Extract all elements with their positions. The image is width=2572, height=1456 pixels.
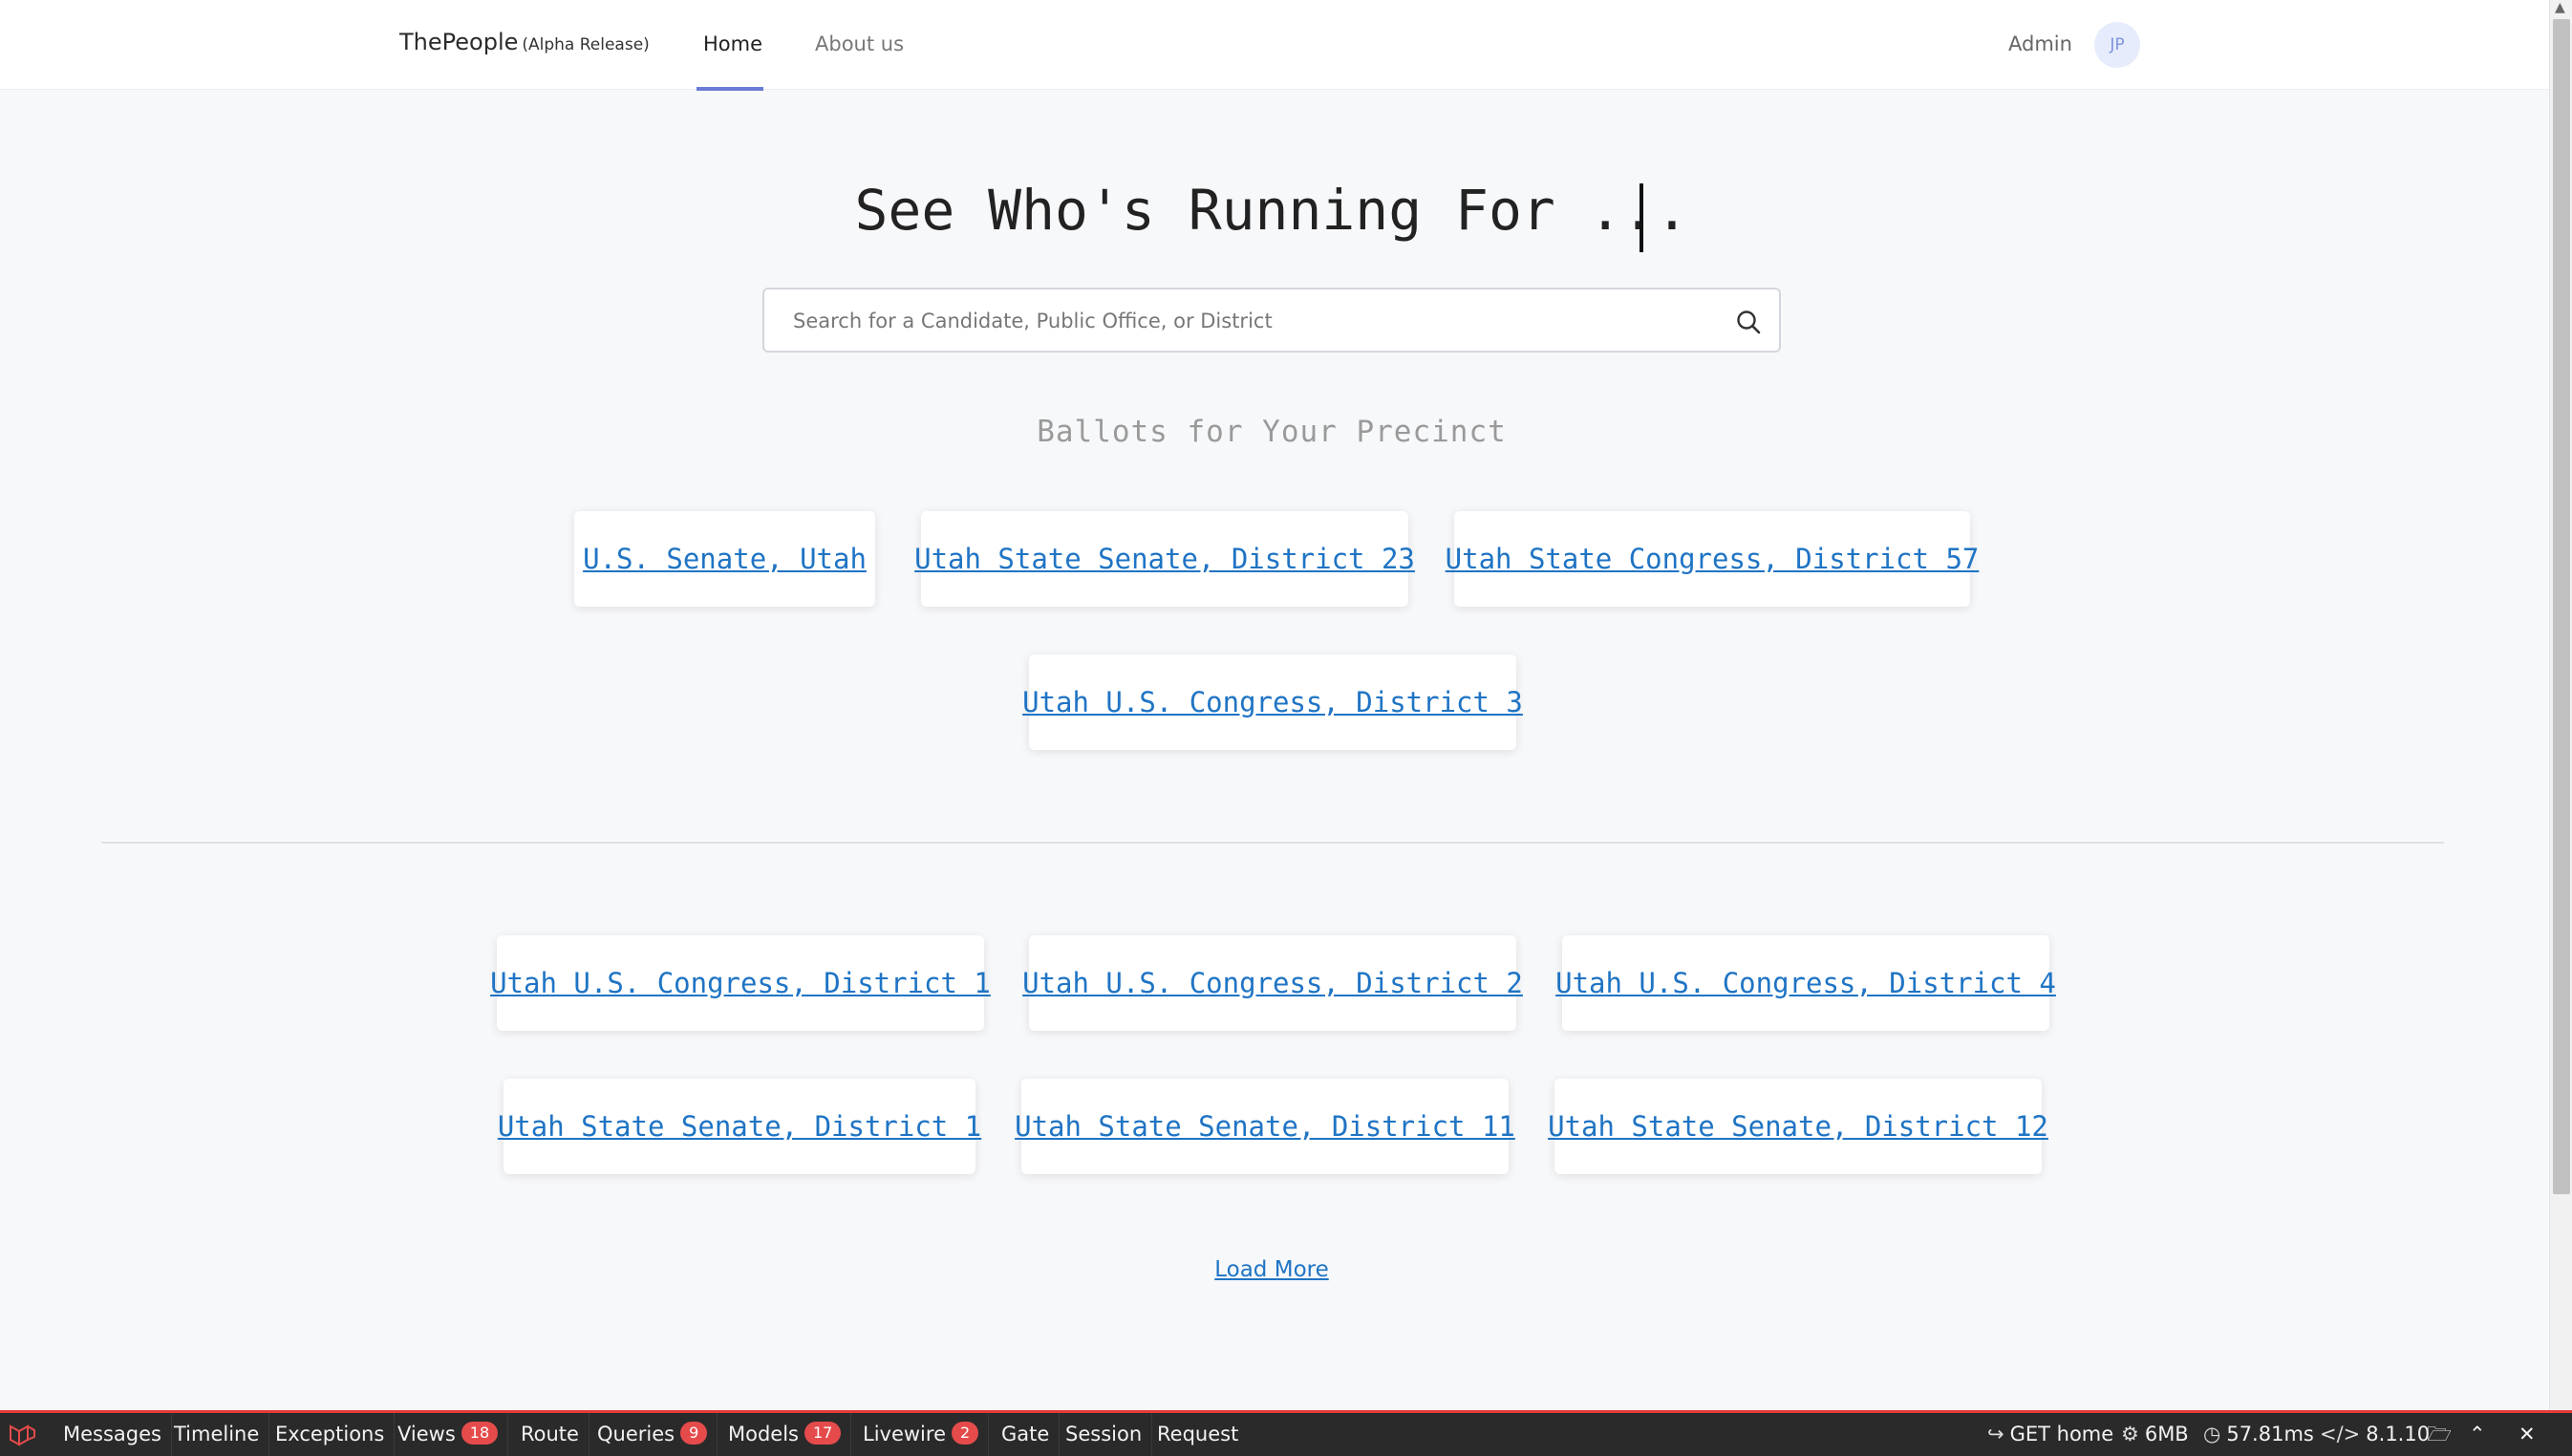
ballot-card: Utah U.S. Congress, District 1 [490, 935, 991, 1031]
ballot-card: Utah State Senate, District 11 [1015, 1079, 1515, 1174]
brand-subtitle: (Alpha Release) [522, 35, 650, 54]
debug-tab-label: Request [1157, 1423, 1239, 1445]
ballot-link[interactable]: Utah State Senate, District 11 [1015, 1110, 1515, 1143]
debug-tab-label: Timeline [174, 1423, 260, 1445]
top-navbar: ThePeople (Alpha Release) Home About us A… [0, 0, 2549, 91]
maximize-chevron-icon[interactable]: ⌃ [2469, 1413, 2486, 1456]
request-duration: 57.81ms [2226, 1423, 2314, 1445]
typing-caret [1640, 183, 1643, 252]
debug-tab-gate[interactable]: Gate [992, 1413, 1061, 1456]
close-icon[interactable]: ✕ [2518, 1413, 2536, 1456]
scroll-up-arrow-icon[interactable]: ▲ [2555, 0, 2565, 15]
debug-tab-label: Exceptions [275, 1423, 385, 1445]
debug-tab-request[interactable]: Request [1147, 1413, 1248, 1456]
scrollbar-thumb[interactable] [2553, 19, 2570, 1194]
ballot-link[interactable]: Utah U.S. Congress, District 2 [1022, 967, 1523, 999]
views-count-badge: 18 [461, 1422, 499, 1445]
debug-tab-label: Livewire [863, 1423, 946, 1445]
active-tab-indicator [697, 87, 763, 91]
ballot-card: Utah State Senate, District 23 [914, 511, 1415, 607]
ballot-card: Utah U.S. Congress, District 2 [1022, 935, 1523, 1031]
hero-title: See Who's Running For ... [854, 178, 1689, 243]
search-icon[interactable] [1735, 309, 1762, 335]
debug-tab-label: Session [1065, 1423, 1143, 1445]
debug-tab-session[interactable]: Session [1056, 1413, 1153, 1456]
php-version: 8.1.10 [2366, 1423, 2431, 1445]
livewire-count-badge: 2 [951, 1422, 979, 1445]
models-count-badge: 17 [804, 1422, 842, 1445]
debug-tab-label: Route [521, 1423, 579, 1445]
ballot-card: Utah State Senate, District 1 [498, 1079, 981, 1174]
ballot-link[interactable]: Utah State Senate, District 23 [914, 543, 1415, 575]
ballot-card: Utah State Senate, District 12 [1548, 1079, 2048, 1174]
tab-about-us[interactable]: About us [815, 32, 904, 55]
debug-time-info: ◷ 57.81ms [2203, 1413, 2314, 1456]
debug-tab-label: Queries [597, 1423, 675, 1445]
debug-tab-timeline[interactable]: Timeline [164, 1413, 270, 1456]
share-arrow-icon: ↪ [1987, 1423, 2004, 1445]
debug-php-info: </> 8.1.10 [2320, 1413, 2430, 1456]
debug-tab-exceptions[interactable]: Exceptions [266, 1413, 396, 1456]
load-more-container: Load More [0, 1257, 2543, 1282]
queries-count-badge: 9 [680, 1422, 708, 1445]
open-folder-icon[interactable]: 🗁 [2427, 1413, 2452, 1456]
cogs-icon: ⚙ [2121, 1423, 2139, 1445]
page-scrollbar[interactable]: ▲ ▼ [2549, 0, 2572, 1446]
memory-usage: 6MB [2144, 1423, 2189, 1445]
precinct-ballots-heading: Ballots for Your Precinct [1037, 415, 1507, 449]
debug-tab-label: Views [397, 1423, 456, 1445]
debug-tab-label: Models [728, 1423, 799, 1445]
code-icon: </> [2320, 1423, 2361, 1445]
debug-tab-label: Gate [1001, 1423, 1050, 1445]
debug-request-info: ↪ GET home [1987, 1413, 2113, 1456]
ballot-card: Utah State Congress, District 57 [1446, 511, 1979, 607]
debug-tab-livewire[interactable]: Livewire 2 [853, 1413, 990, 1456]
section-divider [101, 842, 2444, 844]
debug-toolbar: Messages Timeline Exceptions Views 18 Rou… [0, 1410, 2572, 1456]
debug-tab-route[interactable]: Route [511, 1413, 589, 1456]
request-method-route: GET home [2009, 1423, 2114, 1445]
brand-logo[interactable]: ThePeople (Alpha Release) [399, 29, 650, 55]
user-avatar[interactable]: JP [2094, 22, 2140, 68]
debug-tab-queries[interactable]: Queries 9 [588, 1413, 718, 1456]
ballot-link[interactable]: Utah State Congress, District 57 [1446, 543, 1980, 575]
ballot-link[interactable]: Utah U.S. Congress, District 1 [490, 967, 991, 999]
debug-tab-label: Messages [63, 1423, 161, 1445]
ballot-card: Utah U.S. Congress, District 4 [1555, 935, 2056, 1031]
laravel-logo-icon[interactable] [8, 1423, 36, 1447]
brand-name: ThePeople [399, 29, 519, 55]
ballot-link[interactable]: U.S. Senate, Utah [583, 543, 867, 575]
ballot-link[interactable]: Utah State Senate, District 12 [1548, 1110, 2048, 1143]
ballot-link[interactable]: Utah State Senate, District 1 [498, 1110, 981, 1143]
load-more-link[interactable]: Load More [1214, 1257, 1329, 1282]
debug-tab-messages[interactable]: Messages [54, 1413, 172, 1456]
debug-memory-info: ⚙ 6MB [2121, 1413, 2189, 1456]
ballot-link[interactable]: Utah U.S. Congress, District 3 [1022, 686, 1523, 718]
search-input[interactable] [791, 301, 1703, 341]
debug-tab-views[interactable]: Views 18 [388, 1413, 509, 1456]
admin-link[interactable]: Admin [2008, 32, 2072, 55]
tab-home[interactable]: Home [703, 32, 762, 55]
clock-icon: ◷ [2203, 1423, 2221, 1445]
ballot-card: Utah U.S. Congress, District 3 [1022, 654, 1523, 750]
ballot-card: U.S. Senate, Utah [574, 511, 875, 607]
search-bar[interactable] [762, 288, 1781, 353]
debug-tab-models[interactable]: Models 17 [718, 1413, 852, 1456]
ballot-link[interactable]: Utah U.S. Congress, District 4 [1555, 967, 2056, 999]
